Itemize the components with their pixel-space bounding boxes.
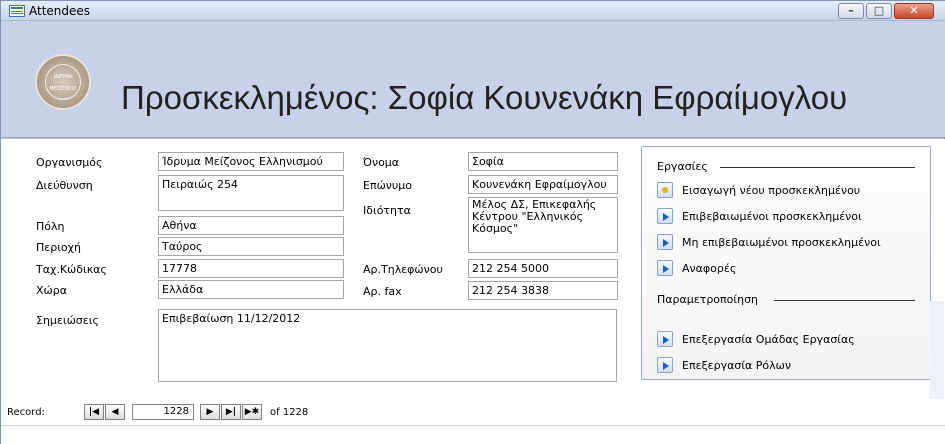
reports-label: Αναφορές	[682, 261, 737, 275]
maximize-icon: □	[873, 4, 885, 17]
address-label: Διεύθυνση	[36, 179, 93, 192]
maximize-button[interactable]: □	[866, 3, 892, 19]
close-button[interactable]: ✕	[894, 3, 934, 19]
navigation-panel: Εργασίες Εισαγωγή νέου προσκεκλημένου Επ…	[641, 146, 931, 380]
previous-record-button[interactable]: ◀	[105, 404, 125, 420]
record-navigation: Record: |◀ ◀ 1228 ▶ ▶| ▶✱ of 1228	[1, 399, 945, 425]
first-record-button[interactable]: |◀	[84, 404, 104, 420]
edit-roles-button[interactable]: Επεξεργασία Ρόλων	[657, 355, 791, 375]
settings-divider	[774, 300, 915, 301]
last-record-button[interactable]: ▶|	[221, 404, 241, 420]
zip-label: Ταχ.Κώδικας	[36, 263, 107, 276]
new-attendee-button[interactable]: Εισαγωγή νέου προσκεκλημένου	[657, 180, 860, 200]
region-field[interactable]: Ταύρος	[158, 237, 344, 256]
record-count: of 1228	[270, 407, 309, 418]
close-icon: ✕	[909, 4, 919, 17]
city-label: Πόλη	[36, 220, 65, 233]
settings-group-title: Παραμετροποίηση	[657, 293, 759, 306]
new-record-button[interactable]: ▶✱	[242, 404, 262, 420]
phone-label: Αρ.Τηλεφώνου	[363, 263, 443, 276]
window-title: Attendees	[29, 4, 91, 18]
arrow-right-icon	[657, 234, 673, 250]
new-record-nav-icon: ▶✱	[244, 407, 260, 417]
notes-field[interactable]: Επιβεβαίωση 11/12/2012	[158, 309, 617, 382]
confirmed-attendees-label: Επιβεβαιωμένοι προσκεκλημένοι	[682, 209, 862, 223]
next-record-button[interactable]: ▶	[200, 404, 220, 420]
last-name-label: Επώνυμο	[363, 179, 413, 192]
first-record-icon: |◀	[88, 407, 100, 417]
form-icon	[9, 5, 25, 17]
bottom-bar	[1, 425, 945, 444]
next-record-icon: ▶	[206, 407, 214, 417]
minimize-button[interactable]: –	[838, 3, 864, 19]
notes-label: Σημειώσεις	[36, 314, 99, 327]
fax-field[interactable]: 212 254 3838	[468, 281, 618, 300]
org-field[interactable]: Ίδρυμα Μείζονος Ελληνισμού	[158, 152, 344, 171]
country-field[interactable]: Ελλάδα	[158, 280, 344, 299]
title-bar: Attendees – □ ✕	[1, 1, 945, 21]
minimize-icon: –	[848, 4, 854, 17]
arrow-right-icon	[657, 208, 673, 224]
tasks-divider	[720, 167, 915, 168]
role-field[interactable]: Μέλος ΔΣ, Επικεφαλής Κέντρου "Ελληνικός …	[468, 197, 618, 253]
current-record-input[interactable]: 1228	[132, 404, 194, 420]
edit-workgroup-button[interactable]: Επεξεργασία Ομάδας Εργασίας	[657, 329, 855, 349]
unconfirmed-attendees-label: Μη επιβεβαιωμένοι προσκεκλημένοι	[682, 235, 881, 249]
logo-text: ΙΔΡΥΜΑ ΜΕΙΖΟΝΟΣ ΕΛΛΗΝΙΣΜΟΥ	[45, 64, 81, 100]
tasks-group-title: Εργασίες	[657, 160, 708, 173]
record-label: Record:	[7, 407, 45, 418]
last-record-icon: ▶|	[225, 407, 237, 417]
edit-roles-label: Επεξεργασία Ρόλων	[682, 358, 792, 372]
new-record-icon	[657, 182, 673, 198]
new-attendee-label: Εισαγωγή νέου προσκεκλημένου	[682, 183, 861, 197]
first-name-label: Όνομα	[363, 156, 400, 169]
arrow-right-icon	[657, 331, 673, 347]
address-field[interactable]: Πειραιώς 254	[158, 175, 344, 211]
country-label: Χώρα	[36, 284, 67, 297]
reports-button[interactable]: Αναφορές	[657, 258, 736, 278]
last-name-field[interactable]: Κουνενάκη Εφραίμογλου	[468, 175, 618, 194]
role-label: Ιδιότητα	[363, 204, 411, 217]
phone-field[interactable]: 212 254 5000	[468, 259, 618, 278]
unconfirmed-attendees-button[interactable]: Μη επιβεβαιωμένοι προσκεκλημένοι	[657, 232, 881, 252]
edit-workgroup-label: Επεξεργασία Ομάδας Εργασίας	[682, 332, 855, 346]
logo-icon: ΙΔΡΥΜΑ ΜΕΙΖΟΝΟΣ ΕΛΛΗΝΙΣΜΟΥ	[35, 54, 91, 110]
form-header: ΙΔΡΥΜΑ ΜΕΙΖΟΝΟΣ ΕΛΛΗΝΙΣΜΟΥ Προσκεκλημένο…	[1, 21, 945, 138]
confirmed-attendees-button[interactable]: Επιβεβαιωμένοι προσκεκλημένοι	[657, 206, 862, 226]
zip-field[interactable]: 17778	[158, 259, 344, 278]
arrow-right-icon	[657, 260, 673, 276]
previous-record-icon: ◀	[111, 407, 119, 417]
fax-label: Αρ. fax	[363, 285, 402, 298]
attendees-window: Attendees – □ ✕ ΙΔΡΥΜΑ ΜΕΙΖΟΝΟΣ ΕΛΛΗΝΙΣΜ…	[0, 0, 945, 444]
first-name-field[interactable]: Σοφία	[468, 152, 618, 171]
org-label: Οργανισμός	[36, 156, 103, 169]
page-title: Προσκεκλημένος: Σοφία Κουνενάκη Εφραίμογ…	[121, 79, 848, 116]
region-label: Περιοχή	[36, 241, 81, 254]
city-field[interactable]: Αθήνα	[158, 216, 344, 235]
arrow-right-icon	[657, 357, 673, 373]
